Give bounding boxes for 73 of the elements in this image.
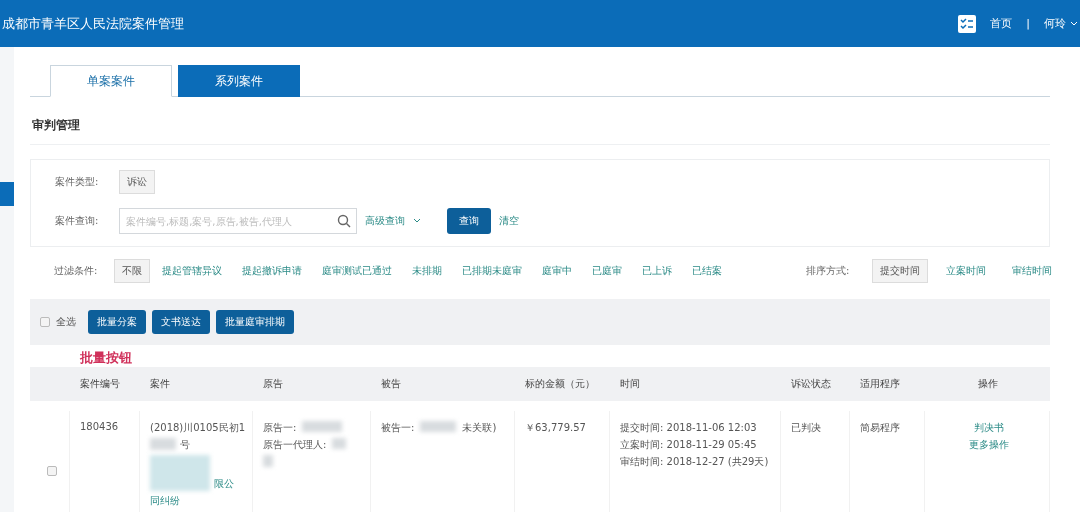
sort-label: 排序方式: [806, 264, 851, 278]
table-cell: 已判决 [791, 421, 821, 435]
search-icon[interactable] [337, 214, 351, 228]
batch-button[interactable]: 批量分案 [88, 310, 146, 334]
checklist-icon[interactable] [958, 14, 977, 33]
caret-icon[interactable] [1070, 20, 1078, 27]
sort-option[interactable]: 提交时间 [872, 259, 928, 283]
table-cell: 原告一代理人: [263, 438, 327, 452]
search-field[interactable]: 案件编号,标题,案号,原告,被告,代理人 [119, 208, 357, 234]
tab[interactable]: 系列案件 [178, 65, 300, 97]
filter-option[interactable]: 未排期 [404, 259, 450, 283]
row-checkbox[interactable] [46, 465, 57, 476]
column-header: 案件 [140, 367, 253, 401]
table-cell: ￥63,779.57 [525, 421, 586, 435]
advanced-search-link[interactable]: 高级查询 [365, 214, 405, 228]
table-cell: 原告一: [263, 421, 297, 435]
column-header: 适用程序 [850, 367, 925, 401]
redaction-blur [302, 421, 343, 432]
filter-option[interactable]: 已结案 [684, 259, 730, 283]
table-cell: 未关联) [462, 421, 497, 435]
table-cell: 被告一: [381, 421, 415, 435]
filter-option[interactable]: 庭审测试已通过 [314, 259, 400, 283]
action-link[interactable]: 判决书 [974, 421, 1004, 435]
case-title-link[interactable]: 同纠纷 [150, 494, 180, 508]
filter-label: 过滤条件: [54, 264, 99, 278]
sidebar-marker [0, 182, 14, 206]
filter-option[interactable]: 已排期未庭审 [454, 259, 530, 283]
table-cell: 180436 [80, 421, 119, 432]
select-all-checkbox[interactable] [40, 317, 50, 327]
tab[interactable]: 单案案件 [50, 65, 172, 97]
table-cell: 提交时间: 2018-11-06 12:03 [620, 421, 757, 435]
table-cell: 立案时间: 2018-11-29 05:45 [620, 438, 757, 452]
clear-link[interactable]: 清空 [499, 214, 519, 228]
annotation-text: 批量按钮 [79, 349, 133, 367]
column-header: 原告 [253, 367, 371, 401]
column-header: 标的金额（元） [515, 367, 610, 401]
filter-option[interactable]: 提起管辖异议 [154, 259, 230, 283]
redaction-blur [332, 438, 347, 449]
case-title-link[interactable]: 限公 [214, 477, 234, 491]
table-cell: 审结时间: 2018-12-27 (共29天) [620, 455, 769, 469]
caret-icon[interactable] [413, 218, 421, 224]
case-type-chip[interactable]: 诉讼 [119, 170, 155, 194]
table-cell: (2018)川0105民初1 [150, 421, 246, 435]
field-label: 案件查询: [55, 214, 100, 228]
filter-option[interactable]: 提起撤诉申请 [234, 259, 310, 283]
user-menu[interactable]: 何玲 [1044, 16, 1066, 31]
separator: | [1026, 17, 1030, 30]
column-header: 操作 [925, 367, 1050, 401]
redaction-blur [420, 421, 457, 432]
table-cell: 简易程序 [860, 421, 900, 435]
redaction-blur [263, 455, 273, 467]
column-header: 时间 [610, 367, 781, 401]
sort-option[interactable]: 审结时间 [1004, 259, 1060, 283]
home-link[interactable]: 首页 [990, 16, 1013, 31]
sort-option[interactable]: 立案时间 [938, 259, 994, 283]
filter-option[interactable]: 庭审中 [534, 259, 580, 283]
filter-option[interactable]: 已庭审 [584, 259, 630, 283]
filter-option[interactable]: 不限 [114, 259, 150, 283]
section-title: 审判管理 [30, 97, 1050, 145]
field-label: 案件类型: [55, 175, 100, 189]
action-link[interactable]: 更多操作 [969, 438, 1009, 452]
column-header: 诉讼状态 [781, 367, 850, 401]
search-button[interactable]: 查询 [447, 208, 491, 234]
select-all-label: 全选 [56, 315, 76, 329]
table-cell: 号 [180, 438, 190, 452]
batch-button[interactable]: 文书送达 [152, 310, 210, 334]
redaction-blur [150, 438, 176, 450]
batch-button[interactable]: 批量庭审排期 [216, 310, 294, 334]
filter-option[interactable]: 已上诉 [634, 259, 680, 283]
column-header: 案件编号 [70, 367, 140, 401]
column-header: 被告 [371, 367, 515, 401]
redaction-blur [150, 455, 210, 491]
app-title: 成都市青羊区人民法院案件管理 [2, 14, 184, 33]
